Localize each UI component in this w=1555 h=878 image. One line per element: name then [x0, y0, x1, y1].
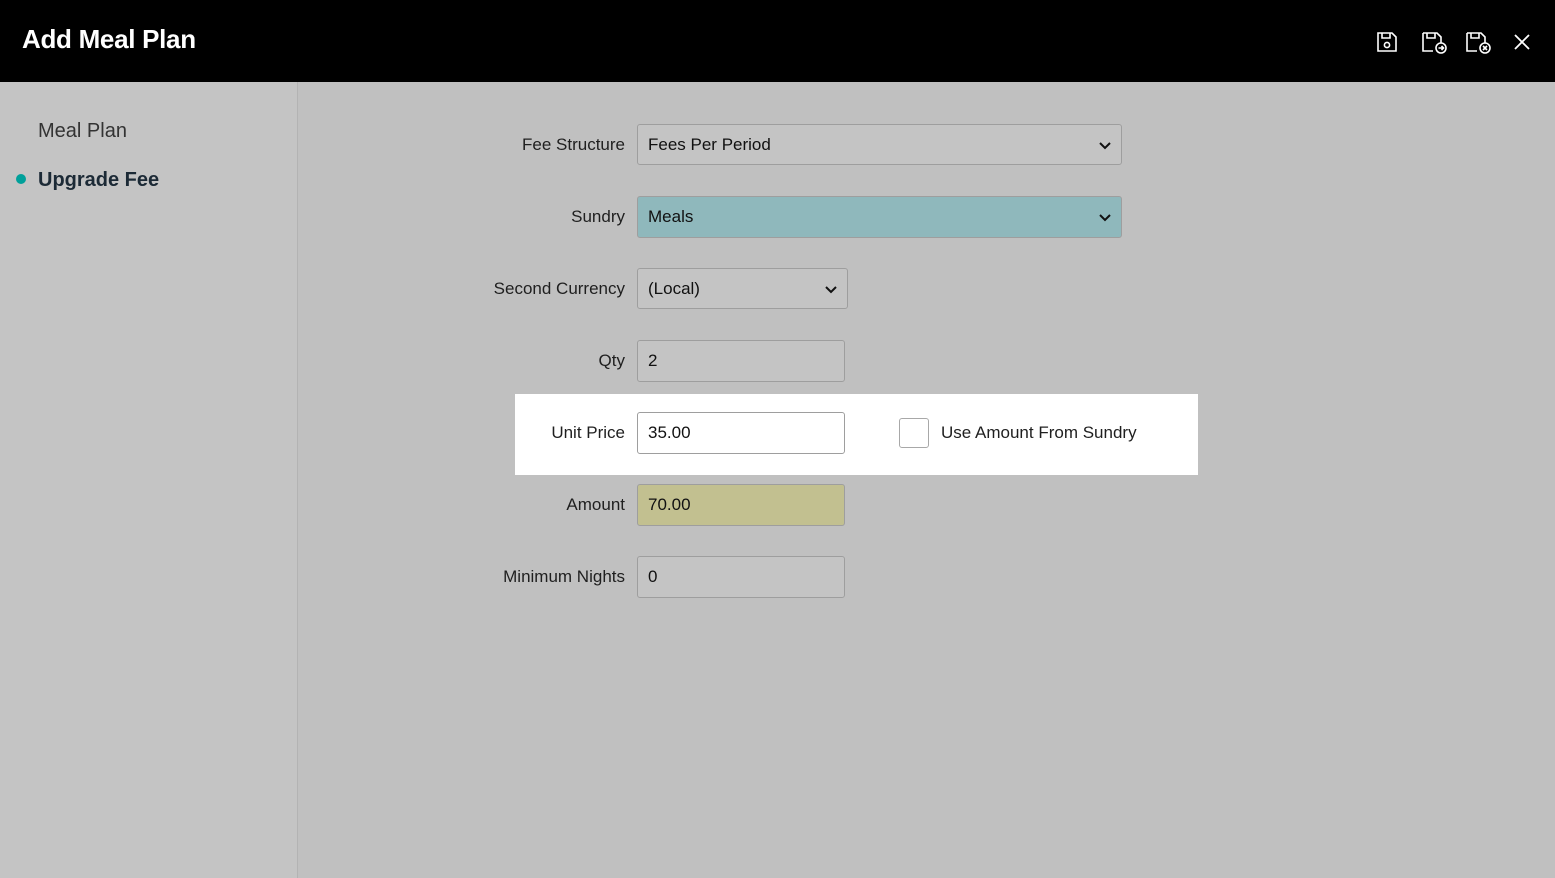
- chevron-down-icon: [1099, 214, 1111, 222]
- qty-label: Qty: [598, 351, 625, 370]
- sidebar-item-upgrade-fee[interactable]: Upgrade Fee: [38, 169, 159, 192]
- second-currency-value: (Local): [648, 278, 700, 298]
- sundry-select[interactable]: Meals: [637, 196, 1122, 238]
- save-and-new-button[interactable]: [1419, 27, 1449, 57]
- unit-price-value: 35.00: [648, 423, 691, 442]
- sidebar-item-meal-plan[interactable]: Meal Plan: [38, 120, 127, 143]
- save-button[interactable]: [1372, 27, 1402, 57]
- save-and-close-button[interactable]: [1463, 27, 1493, 57]
- amount-value: 70.00: [648, 495, 691, 514]
- minimum-nights-label: Minimum Nights: [503, 567, 625, 586]
- sidebar: [0, 82, 298, 878]
- close-button[interactable]: [1507, 27, 1537, 57]
- sundry-label: Sundry: [571, 207, 625, 226]
- close-icon: [1514, 34, 1530, 50]
- second-currency-select[interactable]: (Local): [637, 268, 848, 309]
- qty-input[interactable]: 2: [637, 340, 845, 382]
- chevron-down-icon: [1099, 142, 1111, 150]
- save-and-close-icon: [1466, 32, 1491, 54]
- chevron-down-icon: [825, 286, 837, 294]
- use-amount-from-sundry-label[interactable]: Use Amount From Sundry: [941, 423, 1137, 443]
- save-icon: [1377, 32, 1397, 52]
- sundry-value: Meals: [648, 207, 694, 226]
- amount-field: 70.00: [637, 484, 845, 526]
- qty-value: 2: [648, 351, 658, 370]
- page-title: Add Meal Plan: [22, 24, 196, 54]
- unit-price-input[interactable]: 35.00: [637, 412, 845, 454]
- fee-structure-select[interactable]: Fees Per Period: [637, 124, 1122, 165]
- second-currency-label: Second Currency: [493, 279, 625, 298]
- use-amount-from-sundry-checkbox[interactable]: [899, 418, 929, 448]
- fee-structure-value: Fees Per Period: [648, 134, 771, 154]
- unit-price-label: Unit Price: [551, 423, 625, 442]
- fee-structure-label: Fee Structure: [522, 135, 625, 154]
- amount-label: Amount: [566, 495, 625, 514]
- minimum-nights-value: 0: [648, 567, 658, 586]
- active-indicator-dot: [16, 174, 26, 184]
- minimum-nights-input[interactable]: 0: [637, 556, 845, 598]
- save-and-new-icon: [1422, 32, 1447, 54]
- title-bar: Add Meal Plan: [0, 0, 1555, 82]
